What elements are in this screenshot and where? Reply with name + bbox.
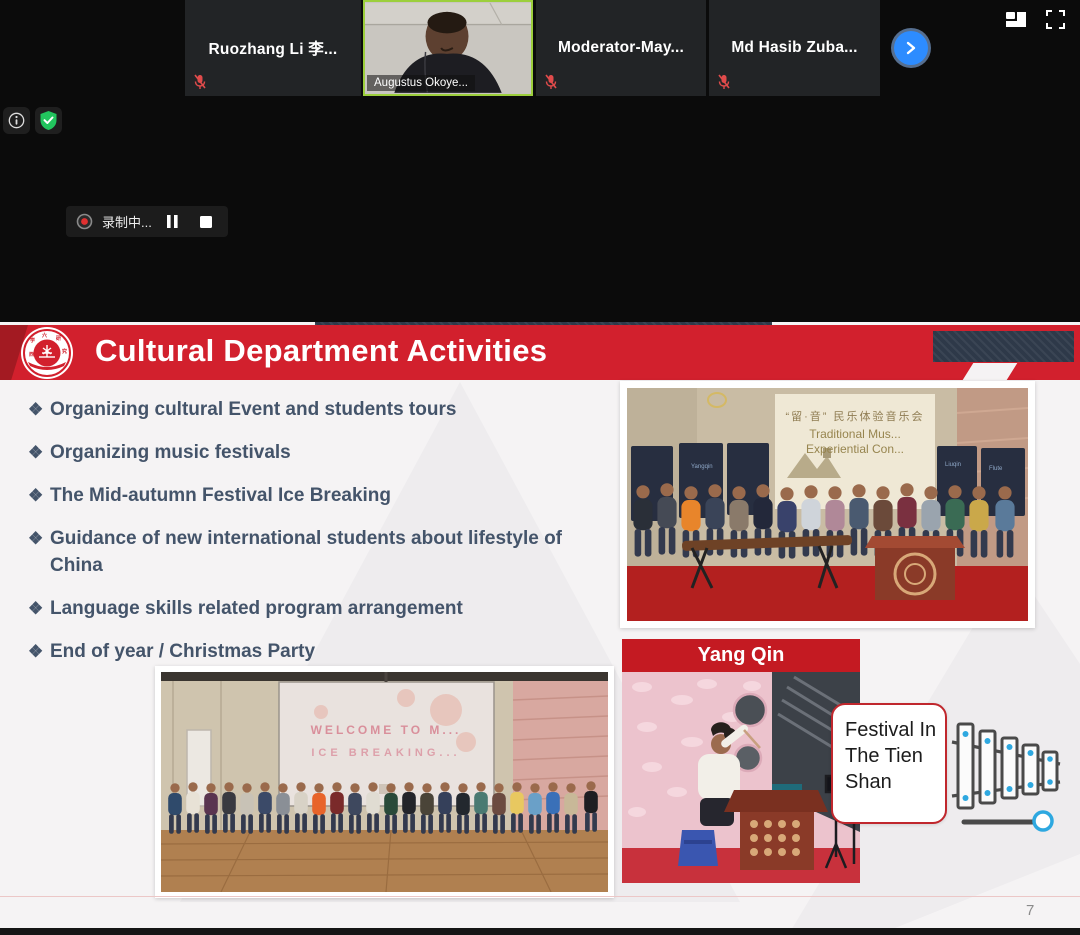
participant-name: Md Hasib Zuba... (731, 39, 857, 57)
festival-callout-box: Festival In The Tien Shan (831, 703, 947, 824)
bullet-text: Guidance of new international students a… (50, 528, 562, 576)
participant-tile-ruozhang[interactable]: Ruozhang Li 李... (185, 0, 361, 96)
screen-text-en2: Experiential Con... (806, 442, 904, 456)
meeting-info-button[interactable] (3, 107, 30, 134)
security-button[interactable] (35, 107, 62, 134)
recording-indicator: 录制中... (66, 206, 228, 237)
bullet-text: Language skills related program arrangem… (50, 598, 463, 619)
yangqin-caption: Yang Qin (698, 644, 785, 667)
next-participants-button[interactable] (894, 31, 928, 65)
svg-text:六: 六 (42, 332, 47, 339)
xylophone-icon (950, 716, 1062, 834)
bullet-text: Organizing music festivals (50, 442, 291, 463)
meeting-control-bar: 录制中... (0, 100, 1080, 144)
svg-text:究: 究 (62, 348, 67, 355)
mic-muted-icon (717, 74, 731, 90)
participant-tile-hasib[interactable]: Md Hasib Zuba... (709, 0, 880, 96)
participant-name: Augustus Okoye... (367, 75, 475, 91)
screen-text-cn: “留·音” 民乐体验音乐会 (785, 409, 924, 423)
bullet-list: ❖ Organizing cultural Event and students … (28, 396, 583, 681)
view-controls (1004, 9, 1067, 29)
meeting-window: Ruozhang Li 李... Augustus Okoye... (0, 0, 1080, 935)
speaker-view-icon[interactable] (1004, 9, 1028, 29)
svg-text:研: 研 (56, 335, 61, 342)
icebreaking-group-photo: WELCOME TO M... ICE BREAKING... (155, 666, 614, 898)
bullet-marker: ❖ (28, 638, 43, 665)
bullet-item: ❖ End of year / Christmas Party (28, 638, 583, 665)
bullet-item: ❖ Guidance of new international students … (28, 525, 583, 579)
slide-footer-line (0, 896, 1080, 897)
slide-page-number: 7 (1026, 902, 1034, 919)
stool (678, 830, 718, 866)
bullet-text: Organizing cultural Event and students t… (50, 399, 456, 420)
svg-text:Flute: Flute (989, 466, 1003, 472)
bullet-item: ❖ Organizing music festivals (28, 439, 583, 466)
participant-name: Ruozhang Li 李... (209, 37, 338, 59)
screen-text-en1: Traditional Mus... (809, 427, 901, 441)
mic-muted-icon (544, 74, 558, 90)
info-icon (8, 112, 25, 129)
bullet-text: End of year / Christmas Party (50, 641, 315, 662)
festival-callout-text: Festival In The Tien Shan (845, 719, 936, 793)
pause-recording-button[interactable] (161, 211, 185, 233)
participant-name: Moderator-May... (558, 39, 684, 57)
concert-group-photo: “留·音” 民乐体验音乐会 Traditional Mus... Experie… (620, 381, 1035, 628)
fullscreen-icon[interactable] (1043, 9, 1067, 29)
stop-recording-button[interactable] (194, 211, 218, 233)
shield-check-icon (39, 110, 58, 131)
header-accent-bar (933, 331, 1074, 362)
recording-status-label: 录制中... (102, 212, 152, 231)
bottom-edge-bar (0, 928, 1080, 935)
university-seal-logo: 学六 研 究 西 (20, 326, 74, 380)
bullet-item: ❖ Organizing cultural Event and students … (28, 396, 583, 423)
yangqin-performer-photo (622, 672, 860, 883)
participant-tile-moderator[interactable]: Moderator-May... (536, 0, 706, 96)
yangqin-caption-banner: Yang Qin (622, 639, 860, 672)
svg-text:Yangqin: Yangqin (691, 464, 713, 470)
participant-tile-augustus-video[interactable]: Augustus Okoye... (363, 0, 533, 96)
screen-text-line1: WELCOME TO M... (311, 723, 462, 737)
bullet-marker: ❖ (28, 439, 43, 466)
mic-muted-icon (193, 74, 207, 90)
bullet-marker: ❖ (28, 396, 43, 423)
svg-text:学: 学 (30, 337, 35, 344)
bullet-marker: ❖ (28, 482, 43, 509)
screen-text-line2: ICE BREAKING... (311, 747, 460, 759)
bullet-marker: ❖ (28, 525, 43, 552)
bullet-text: The Mid-autumn Festival Ice Breaking (50, 485, 391, 506)
bullet-item: ❖ The Mid-autumn Festival Ice Breaking (28, 482, 583, 509)
chevron-right-icon (904, 41, 918, 55)
svg-text:西: 西 (29, 351, 34, 358)
bullet-item: ❖ Language skills related program arrange… (28, 595, 583, 622)
shared-screen-slide: 学六 研 究 西 Cultural Department Activities ❖ O… (0, 322, 1080, 928)
svg-text:Liuqin: Liuqin (945, 462, 961, 468)
video-strip: Ruozhang Li 李... Augustus Okoye... (0, 0, 1080, 100)
yangqin-table (865, 536, 965, 600)
record-icon (76, 213, 93, 230)
slide-title: Cultural Department Activities (95, 333, 547, 369)
bullet-marker: ❖ (28, 595, 43, 622)
